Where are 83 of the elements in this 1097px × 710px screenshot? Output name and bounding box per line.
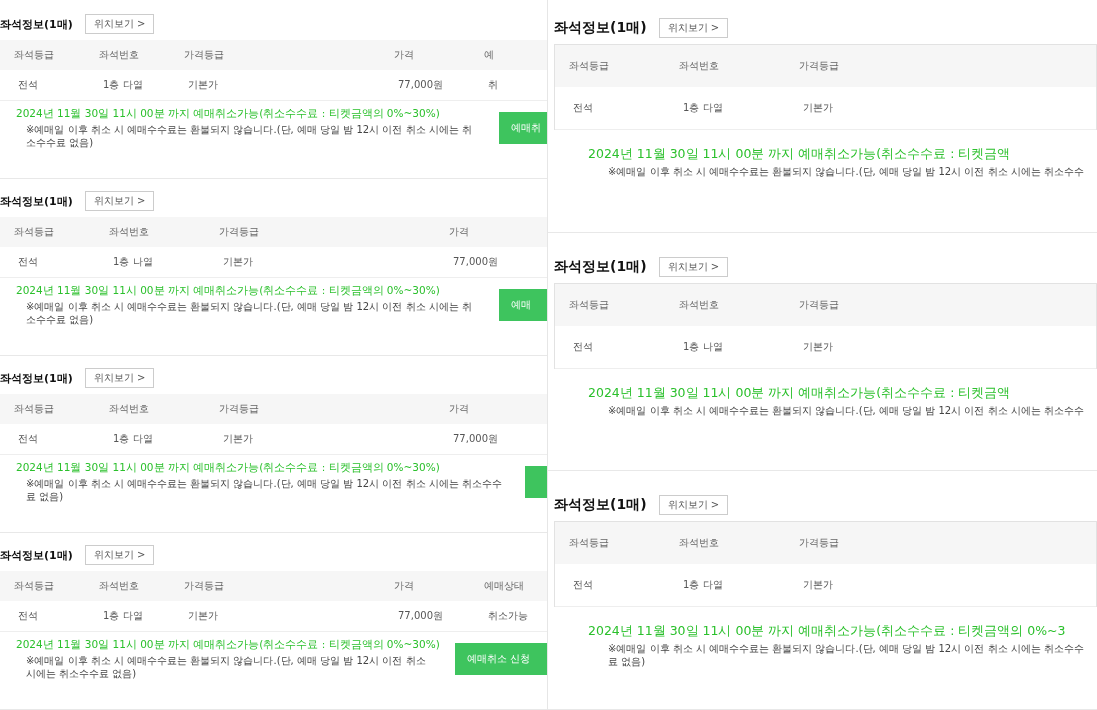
- column-header: 예: [470, 40, 547, 70]
- location-button[interactable]: 위치보기 >: [658, 256, 729, 277]
- refund-note: ※예매일 이후 취소 시 예매수수료는 환불되지 않습니다.(단, 예매 당일 밤 12시 이전 취소 시에는 취소수수료 없음): [25, 124, 473, 149]
- column-header: 좌석번호: [665, 45, 785, 87]
- location-button[interactable]: 위치보기 >: [84, 191, 155, 211]
- section-title: 좌석정보(1매): [554, 19, 647, 37]
- column-header: 좌석번호: [85, 40, 170, 70]
- column-header: 좌석번호: [95, 217, 205, 247]
- table-cell: 1층 다열: [95, 424, 205, 455]
- section-title: 좌석정보(1매): [0, 547, 73, 563]
- table-cell: 1층 다열: [665, 87, 785, 130]
- cancel-deadline-notice: 2024년 11월 30일 11시 00분 까지 예매취소가능(취소수수료 : 티켓금액의 0%~30%): [16, 461, 440, 475]
- column-header: 예매상태: [470, 571, 547, 601]
- column-header: 좌석등급: [0, 217, 95, 247]
- cancel-deadline-notice: 2024년 11월 30일 11시 00분 까지 예매취소가능(취소수수료 : 티켓금액의 0%~3: [588, 623, 1066, 641]
- refund-note: ※예매일 이후 취소 시 예매수수료는 환불되지 않습니다.(단, 예매 당일 밤 12시 이전 취소 시에는 취소수수료 없음): [25, 478, 503, 503]
- table-cell: 기본가: [170, 601, 380, 632]
- refund-note: ※예매일 이후 취소 시 예매수수료는 환불되지 않습니다.(단, 예매 당일 밤 12시 이전 취소 시에는 취소수수: [607, 404, 1085, 418]
- column-header: 가격등급: [785, 283, 1096, 326]
- table-cell: 전석: [0, 70, 85, 101]
- column-header: 좌석등급: [0, 394, 95, 424]
- column-header: 좌석번호: [665, 522, 785, 565]
- table-cell: 77,000원: [435, 424, 547, 455]
- table-cell: 1층 나열: [95, 247, 205, 278]
- cancel-deadline-notice: 2024년 11월 30일 11시 00분 까지 예매취소가능(취소수수료 : 티켓금액: [588, 384, 1011, 402]
- cancel-deadline-notice: 2024년 11월 30일 11시 00분 까지 예매취소가능(취소수수료 : 티켓금액의 0%~30%): [16, 284, 440, 298]
- cancel-button[interactable]: [525, 466, 547, 498]
- column-header: 좌석등급: [555, 45, 665, 87]
- cancel-deadline-notice: 2024년 11월 30일 11시 00분 까지 예매취소가능(취소수수료 : 티켓금액: [588, 146, 1011, 163]
- column-header: 가격등급: [205, 217, 435, 247]
- column-header: 가격: [435, 217, 547, 247]
- refund-note: ※예매일 이후 취소 시 예매수수료는 환불되지 않습니다.(단, 예매 당일 밤 12시 이전 취소 시에는 취소수수: [607, 166, 1085, 179]
- location-button[interactable]: 위치보기 >: [84, 545, 155, 565]
- table-cell: 77,000원: [380, 70, 470, 101]
- table-cell: 전석: [0, 247, 95, 278]
- column-header: 좌석등급: [0, 40, 85, 70]
- table-cell: 기본가: [785, 87, 1096, 130]
- table-cell: 1층 나열: [665, 325, 785, 369]
- table-cell: 1층 다열: [85, 601, 170, 632]
- table-cell: 전석: [555, 564, 665, 608]
- table-cell: 77,000원: [435, 247, 547, 278]
- column-header: 좌석번호: [85, 571, 170, 601]
- column-header: 가격: [380, 40, 470, 70]
- table-cell: 전석: [0, 424, 95, 455]
- column-header: 가격: [435, 394, 547, 424]
- section-title: 좌석정보(1매): [0, 370, 73, 386]
- column-header: 가격등급: [205, 394, 435, 424]
- location-button[interactable]: 위치보기 >: [658, 18, 729, 38]
- table-cell: 1층 다열: [85, 70, 170, 101]
- column-header: 가격: [380, 571, 470, 601]
- cancel-deadline-notice: 2024년 11월 30일 11시 00분 까지 예매취소가능(취소수수료 : 티켓금액의 0%~30%): [16, 107, 440, 121]
- column-header: 좌석번호: [95, 394, 205, 424]
- location-button[interactable]: 위치보기 >: [84, 14, 155, 34]
- section-title: 좌석정보(1매): [0, 16, 73, 32]
- table-cell: 전석: [555, 87, 665, 130]
- table-cell: 취소가능: [470, 601, 547, 632]
- column-header: 좌석등급: [555, 283, 665, 326]
- table-cell: 전석: [555, 325, 665, 369]
- refund-note: ※예매일 이후 취소 시 예매수수료는 환불되지 않습니다.(단, 예매 당일 밤 12시 이전 취소 시에는 취소수수료 없음): [25, 655, 427, 680]
- cancel-deadline-notice: 2024년 11월 30일 11시 00분 까지 예매취소가능(취소수수료 : 티켓금액의 0%~30%): [16, 638, 440, 652]
- column-header: 좌석번호: [665, 283, 785, 326]
- refund-note: ※예매일 이후 취소 시 예매수수료는 환불되지 않습니다.(단, 예매 당일 밤 12시 이전 취소 시에는 취소수수료 없음): [25, 301, 473, 326]
- column-header: 가격등급: [785, 522, 1096, 565]
- table-cell: 1층 다열: [665, 564, 785, 608]
- column-header: 좌석등급: [0, 571, 85, 601]
- section-title: 좌석정보(1매): [554, 257, 647, 276]
- refund-note: ※예매일 이후 취소 시 예매수수료는 환불되지 않습니다.(단, 예매 당일 밤 12시 이전 취소 시에는 취소수수료 없음): [607, 643, 1085, 669]
- section-title: 좌석정보(1매): [554, 496, 647, 515]
- table-cell: 기본가: [170, 70, 380, 101]
- column-header: 가격등급: [785, 45, 1096, 87]
- location-button[interactable]: 위치보기 >: [84, 368, 155, 388]
- table-cell: 취: [470, 70, 547, 101]
- table-cell: 77,000원: [380, 601, 470, 632]
- column-header: 좌석등급: [555, 522, 665, 565]
- table-cell: 기본가: [785, 325, 1096, 369]
- table-cell: 기본가: [205, 247, 435, 278]
- table-cell: 기본가: [205, 424, 435, 455]
- table-cell: 전석: [0, 601, 85, 632]
- location-button[interactable]: 위치보기 >: [658, 495, 729, 516]
- table-cell: 기본가: [785, 564, 1096, 608]
- column-header: 가격등급: [170, 571, 380, 601]
- section-title: 좌석정보(1매): [0, 193, 73, 209]
- column-header: 가격등급: [170, 40, 380, 70]
